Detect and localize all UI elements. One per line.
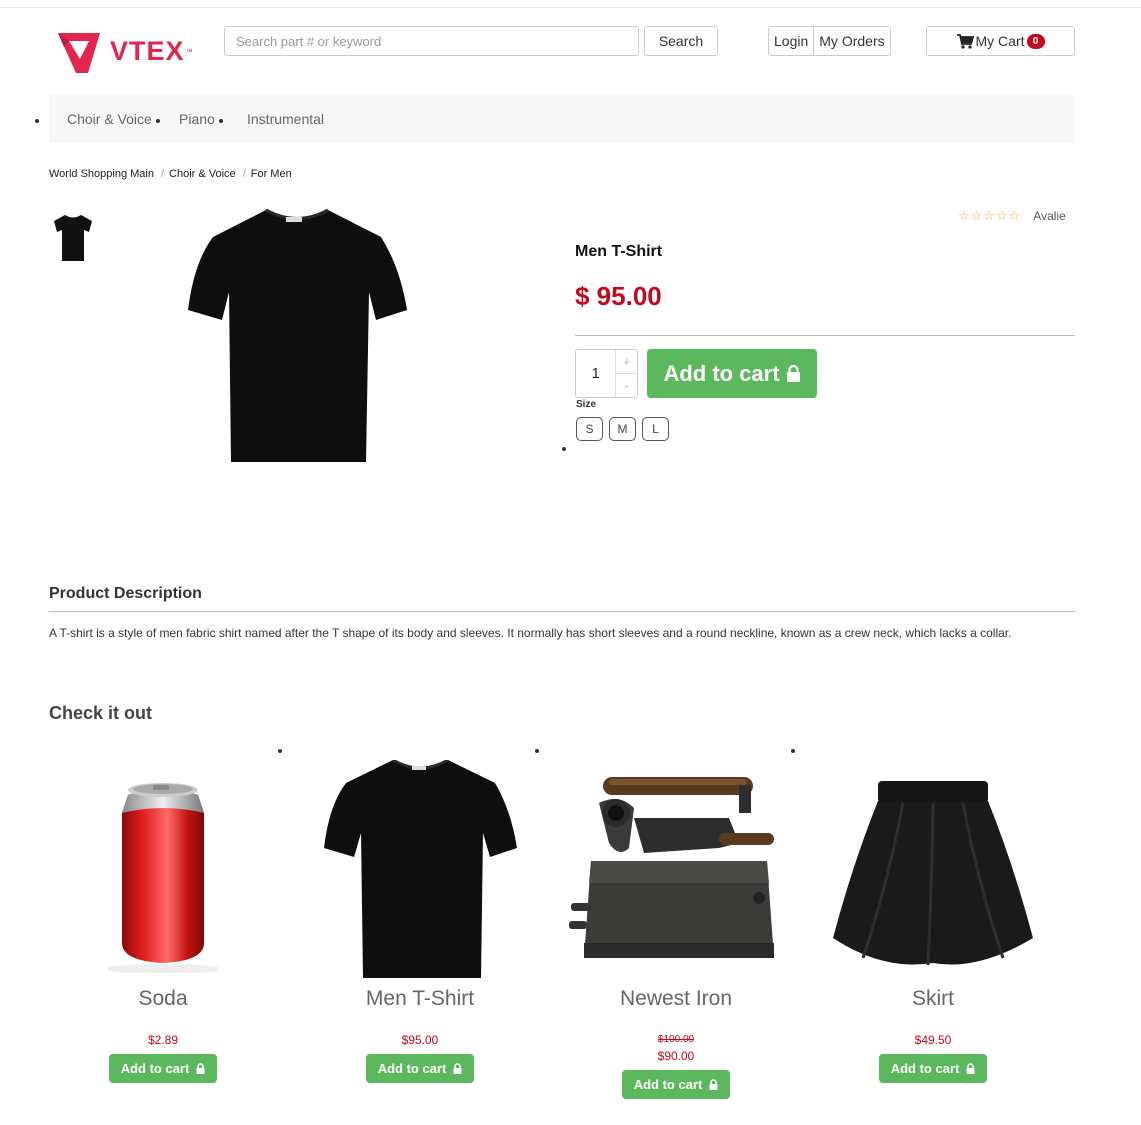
product-thumbnail[interactable] (52, 213, 94, 263)
dropdown-bullet-icon (218, 118, 223, 123)
nav-item-label: Instrumental (247, 111, 325, 127)
cart-count-badge: 0 (1026, 33, 1045, 49)
add-to-cart-label: Add to cart (890, 1061, 960, 1076)
my-cart-button[interactable]: My Cart 0 (926, 26, 1075, 56)
my-orders-button[interactable]: My Orders (813, 27, 890, 55)
breadcrumb-home[interactable]: World Shopping Main (49, 168, 154, 180)
product-card-image[interactable] (305, 760, 535, 985)
add-to-cart-button[interactable]: Add to cart (109, 1054, 217, 1083)
product-card: Men T-Shirt $95.00 Add to cart (305, 760, 535, 1100)
product-card: Skirt $49.50 Add to cart (818, 760, 1048, 1100)
breadcrumb: World Shopping Main / Choir & Voice / Fo… (49, 168, 292, 180)
add-to-cart-button[interactable]: Add to cart (647, 349, 817, 398)
product-card-old-price: $100.00 (657, 1034, 695, 1045)
add-to-cart-label: Add to cart (377, 1061, 447, 1076)
breadcrumb-separator: / (160, 168, 165, 180)
description-title: Product Description (49, 585, 202, 602)
top-border (0, 7, 1141, 8)
quantity-controls: + - (615, 350, 637, 397)
size-option-m[interactable]: M (609, 417, 636, 441)
add-to-cart-button[interactable]: Add to cart (366, 1054, 474, 1083)
product-price: $ 95.00 (575, 281, 662, 311)
nav-item-label: Choir & Voice (67, 111, 152, 127)
related-section-title: Check it out (49, 703, 153, 723)
product-card-image[interactable] (48, 760, 278, 985)
add-to-cart-label: Add to cart (633, 1077, 703, 1092)
list-bullet (278, 749, 282, 753)
quantity-decrease-button[interactable]: - (616, 373, 637, 397)
breadcrumb-category[interactable]: Choir & Voice (169, 168, 236, 180)
cart-label: My Cart (975, 33, 1025, 49)
lock-icon (786, 365, 800, 382)
add-to-cart-label: Add to cart (663, 360, 780, 386)
tshirt-thumbnail-icon (54, 215, 92, 261)
size-selector: S M L (576, 417, 675, 441)
login-button[interactable]: Login (769, 27, 814, 55)
vtex-logo-icon (58, 33, 100, 73)
product-card: Newest Iron $100.00 $90.00 Add to cart (561, 760, 791, 1100)
nav-bullet (35, 119, 39, 123)
list-bullet (535, 749, 539, 753)
lock-icon (709, 1079, 718, 1090)
logo-text: VTEX (110, 35, 185, 66)
breadcrumb-subcategory[interactable]: For Men (251, 168, 292, 180)
product-card: Soda $2.89 Add to cart (48, 760, 278, 1100)
tshirt-image-icon (188, 208, 407, 462)
account-group: Login My Orders (768, 26, 891, 56)
size-option-l[interactable]: L (642, 417, 669, 441)
add-to-cart-label: Add to cart (120, 1061, 190, 1076)
product-main-image[interactable] (186, 207, 408, 465)
size-label: Size (576, 399, 597, 410)
logo-trademark: ™ (185, 48, 193, 56)
dropdown-bullet-icon (155, 118, 160, 123)
product-card-image[interactable] (818, 760, 1048, 985)
search-input[interactable] (224, 26, 639, 56)
breadcrumb-separator: / (242, 168, 246, 180)
vtex-logo[interactable]: VTEX ™ (54, 26, 194, 78)
cart-icon (956, 33, 974, 49)
divider (575, 335, 1075, 336)
nav-item-choir-voice[interactable]: Choir & Voice (67, 111, 160, 127)
lock-icon (196, 1063, 205, 1074)
product-card-price: $90.00 (657, 1049, 695, 1063)
tshirt-icon (323, 760, 517, 978)
nav-item-piano[interactable]: Piano (179, 111, 223, 127)
category-nav: Choir & Voice Piano Instrumental (49, 95, 1075, 143)
list-bullet (562, 447, 566, 451)
rating-link[interactable]: Avalie (1033, 209, 1065, 223)
search-button[interactable]: Search (644, 26, 718, 56)
add-to-cart-button[interactable]: Add to cart (879, 1054, 987, 1083)
product-card-name[interactable]: Men T-Shirt (305, 987, 535, 1011)
product-rating[interactable]: ☆☆☆☆☆ Avalie (958, 208, 1066, 224)
product-card-price: $2.89 (147, 1033, 179, 1047)
nav-item-label: Piano (179, 111, 215, 127)
product-title: Men T-Shirt (575, 243, 663, 260)
skirt-icon (833, 780, 1033, 965)
product-card-name[interactable]: Skirt (818, 987, 1048, 1011)
product-card-price: $49.50 (914, 1033, 952, 1047)
nav-item-instrumental[interactable]: Instrumental (247, 111, 324, 127)
quantity-value[interactable]: 1 (576, 350, 615, 397)
soda-can-icon (108, 782, 218, 973)
description-text: A T-shirt is a style of men fabric shirt… (49, 626, 1012, 640)
lock-icon (453, 1063, 462, 1074)
list-bullet (791, 749, 795, 753)
size-option-s[interactable]: S (576, 417, 603, 441)
product-card-image[interactable] (561, 760, 791, 985)
product-card-price: $95.00 (401, 1033, 439, 1047)
iron-icon (568, 776, 774, 958)
quantity-stepper[interactable]: 1 + - (575, 349, 638, 398)
rating-stars-icon[interactable]: ☆☆☆☆☆ (958, 208, 1021, 224)
product-card-name[interactable]: Newest Iron (561, 987, 791, 1011)
add-to-cart-button[interactable]: Add to cart (622, 1070, 730, 1099)
quantity-increase-button[interactable]: + (616, 350, 637, 373)
lock-icon (966, 1063, 975, 1074)
product-card-name[interactable]: Soda (48, 987, 278, 1011)
divider (49, 611, 1075, 612)
